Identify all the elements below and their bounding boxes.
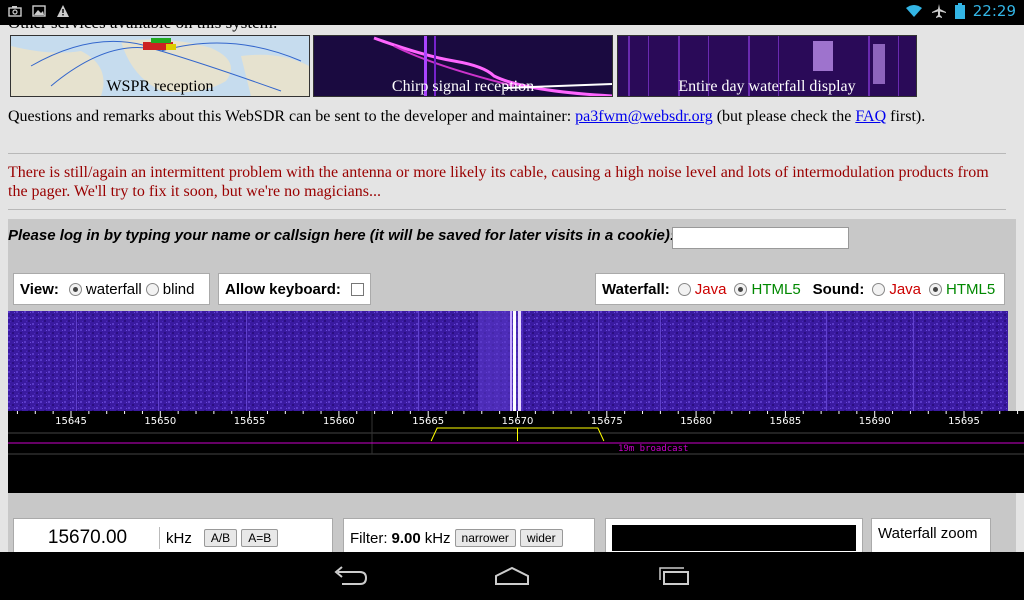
clock: 22:29 [972,2,1016,20]
frequency-unit: kHz [166,529,192,547]
sound-html5-radio[interactable] [929,282,943,296]
wspr-thumbnail[interactable]: WSPR reception [10,35,310,97]
tick-label: 15650 [144,416,176,427]
waterfall-zoom-label: Waterfall zoom [878,525,978,542]
chirp-thumbnail[interactable]: Chirp signal reception [313,35,613,97]
warning-icon [57,5,69,17]
home-icon[interactable] [494,566,530,586]
keyboard-option: Allow keyboard: [218,273,371,305]
sound-java-radio[interactable] [872,282,886,296]
band-label: 19m broadcast [618,444,688,454]
ab-button[interactable]: A/B [203,529,238,547]
mode-options: Waterfall: Java HTML5 Sound: Java HTML5 [595,273,1005,305]
filter-label: Filter: [350,529,388,547]
sound-java-label: Java [889,280,922,298]
tick-label: 15695 [948,416,980,427]
sound-html5-label: HTML5 [946,280,996,298]
waterfall-html5-label: HTML5 [751,280,801,298]
camera-icon [8,6,22,17]
wider-button[interactable]: wider [519,529,563,547]
contact-text-before: Questions and remarks about this WebSDR … [8,108,576,125]
dayview-thumbnail[interactable]: Entire day waterfall display [617,35,917,97]
tick-label: 15665 [412,416,444,427]
receiver-panel: Please log in by typing your name or cal… [8,219,1024,552]
blind-radio[interactable] [145,282,159,296]
services-heading: Other services available on this system: [8,25,278,33]
dayview-caption: Entire day waterfall display [678,78,856,95]
tick-label: 15675 [591,416,623,427]
tick-label: 15655 [234,416,266,427]
warning-text: There is still/again an intermittent pro… [8,164,989,200]
tick-label: 15645 [55,416,87,427]
filter-value: 9.00 [391,529,421,547]
waterfall-html5-radio[interactable] [734,282,748,296]
signal-meter [605,518,863,552]
frequency-scale-graphic: 15645 15650 15655 15660 15665 15670 15675 15680… [8,411,1024,455]
waterfall-display[interactable] [8,311,1008,411]
divider [8,153,1006,154]
frequency-box: 15670.00 kHz A/B A=B [13,518,333,552]
filter-unit: kHz [424,529,451,547]
filter-box: Filter: 9.00 kHz narrower wider [343,518,595,552]
recent-apps-icon[interactable] [656,566,692,586]
view-label: View: [20,280,59,298]
callsign-input[interactable] [672,227,849,249]
view-options: View: waterfall blind [13,273,210,305]
waterfall-radio[interactable] [68,282,82,296]
tick-label: 15660 [323,416,355,427]
battery-icon [954,3,965,19]
tick-label: 15690 [859,416,891,427]
status-bar: 22:29 [0,0,1024,25]
waterfall-zoom-box: Waterfall zoom [871,518,991,552]
sound-mode-label: Sound: [812,280,865,298]
waterfall-mode-label: Waterfall: [602,280,670,298]
wspr-caption: WSPR reception [106,78,214,95]
keyboard-label: Allow keyboard: [225,280,341,298]
contact-text-after: first). [886,108,926,125]
image-icon [32,5,46,17]
aeqb-button[interactable]: A=B [241,529,279,547]
contact-paragraph: Questions and remarks about this WebSDR … [8,107,1008,126]
tick-label: 15670 [502,416,534,427]
frequency-input[interactable]: 15670.00 [20,527,160,549]
blind-option-label: blind [162,280,195,298]
tick-label: 15685 [769,416,801,427]
wifi-icon [905,5,922,17]
navigation-bar [0,552,1024,600]
narrower-button[interactable]: narrower [454,529,516,547]
divider [8,209,1006,210]
signal-meter-display [612,525,856,551]
waterfall-java-radio[interactable] [677,282,691,296]
page-content: Other services available on this system:… [0,25,1024,552]
waterfall-java-label: Java [694,280,727,298]
tick-label: 15680 [680,416,712,427]
waterfall-option-label: waterfall [85,280,142,298]
login-prompt: Please log in by typing your name or cal… [8,227,675,244]
back-icon[interactable] [332,566,368,586]
chirp-caption: Chirp signal reception [391,78,535,95]
airplane-icon [931,4,946,18]
frequency-scale[interactable]: 15645 15650 15655 15660 15665 15670 15675 15680… [8,411,1024,493]
contact-text-middle: (but please check the [712,108,856,125]
email-link[interactable]: pa3fwm@websdr.org [575,108,713,125]
keyboard-checkbox[interactable] [350,282,364,296]
faq-link[interactable]: FAQ [855,108,886,125]
